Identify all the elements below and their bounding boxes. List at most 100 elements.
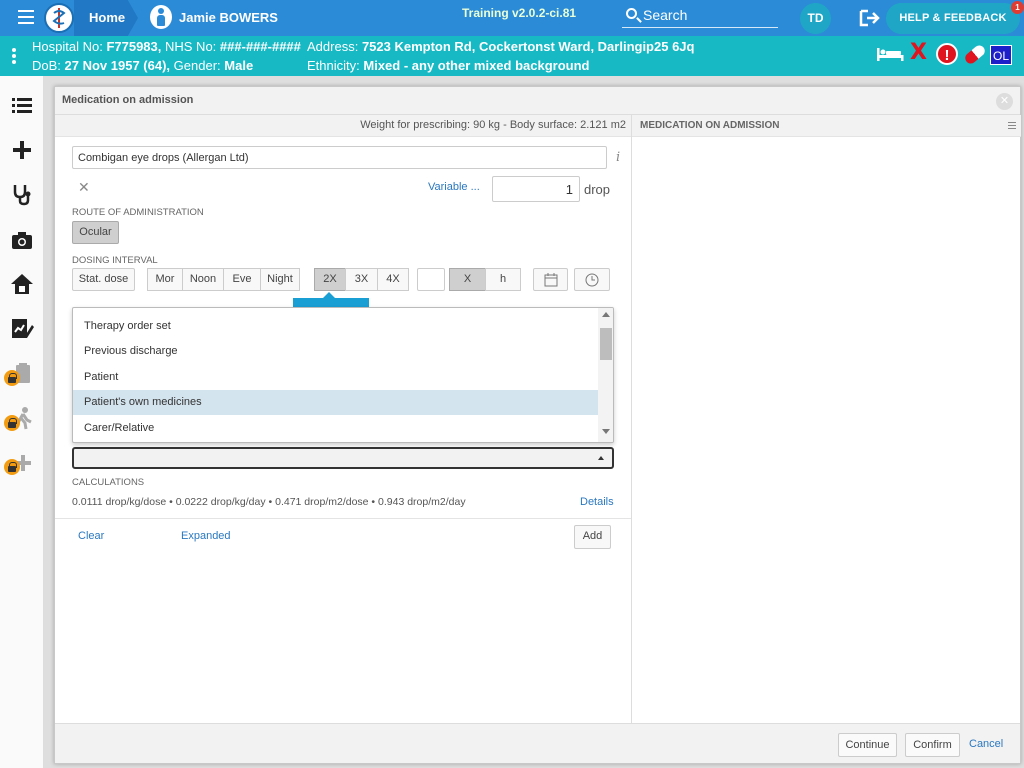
time-mor-button[interactable]: Mor <box>147 268 183 291</box>
medication-list-title: MEDICATION ON ADMISSION <box>640 120 780 131</box>
details-link[interactable]: Details <box>580 496 614 508</box>
list-icon[interactable] <box>10 93 34 117</box>
stat-dose-button[interactable]: Stat. dose <box>72 268 135 291</box>
freq-h-button[interactable]: h <box>485 268 521 291</box>
dropdown-scrollbar[interactable] <box>598 308 613 442</box>
banner-line-2: DoB: 27 Nov 1957 (64), Gender: Male <box>32 58 253 73</box>
user-avatar[interactable]: TD <box>800 3 831 34</box>
dropdown-option[interactable]: Therapy order set <box>73 314 598 339</box>
app-logo[interactable] <box>44 3 74 33</box>
lock-icon <box>4 459 20 475</box>
continue-button[interactable]: Continue <box>838 733 897 757</box>
gender: Male <box>224 58 254 73</box>
medication-list-header: MEDICATION ON ADMISSION <box>632 115 1021 137</box>
scroll-up-icon[interactable] <box>602 312 610 317</box>
route-ocular-button[interactable]: Ocular <box>72 221 119 244</box>
variable-link[interactable]: Variable ... <box>428 181 480 193</box>
ol-badge[interactable]: OL <box>990 45 1012 65</box>
address-label: Address: <box>307 39 359 54</box>
nhs-no: ###-###-#### <box>219 39 301 54</box>
time-night-button[interactable]: Night <box>260 268 300 291</box>
divider <box>55 518 631 519</box>
menu-icon[interactable] <box>18 10 34 24</box>
bed-icon[interactable] <box>876 46 904 62</box>
modal-header: Medication on admission ✕ <box>55 87 1020 115</box>
freq-x-button[interactable]: X <box>449 268 486 291</box>
patient-icon <box>150 5 172 29</box>
left-rail <box>0 76 44 768</box>
hospital-no: F775983, <box>106 39 162 54</box>
no-allergy-icon[interactable]: X <box>910 40 927 65</box>
banner-address: Address: 7523 Kempton Rd, Cockertonst Wa… <box>307 39 694 54</box>
expanded-link[interactable]: Expanded <box>181 530 231 542</box>
pill-icon[interactable] <box>963 43 987 66</box>
stethoscope-icon[interactable] <box>10 182 34 206</box>
info-icon[interactable]: i <box>616 150 620 165</box>
lock-icon <box>4 415 20 431</box>
list-menu-icon[interactable] <box>1008 122 1016 131</box>
search-icon <box>626 8 637 19</box>
weight-text: Weight for prescribing: 90 kg - Body sur… <box>360 119 626 131</box>
source-select[interactable] <box>72 447 614 469</box>
alert-icon[interactable]: ! <box>936 43 958 65</box>
time-tooltip <box>293 298 369 307</box>
home-icon[interactable] <box>10 272 34 296</box>
patient-name[interactable]: Jamie BOWERS <box>179 10 278 25</box>
patient-banner: Hospital No: F775983, NHS No: ###-###-##… <box>0 36 1024 76</box>
confirm-button[interactable]: Confirm <box>905 733 960 757</box>
add-button[interactable]: Add <box>574 525 611 549</box>
route-label: ROUTE OF ADMINISTRATION <box>72 207 204 218</box>
ethnicity-label: Ethnicity: <box>307 58 360 73</box>
dosing-label: DOSING INTERVAL <box>72 255 158 266</box>
hospital-no-label: Hospital No: <box>32 39 103 54</box>
banner-ethnicity: Ethnicity: Mixed - any other mixed backg… <box>307 58 589 73</box>
more-options-icon[interactable] <box>12 48 16 66</box>
custom-freq-input[interactable] <box>417 268 445 291</box>
medication-modal: Medication on admission ✕ Weight for pre… <box>54 86 1021 764</box>
clear-drug-icon[interactable]: ✕ <box>78 179 90 196</box>
dose-input[interactable] <box>492 176 580 202</box>
search-input[interactable]: Search <box>622 6 778 28</box>
top-bar: Home Jamie BOWERS Training v2.0.2-ci.81 … <box>0 0 1024 36</box>
scroll-thumb[interactable] <box>600 328 612 360</box>
cancel-link[interactable]: Cancel <box>969 738 1003 750</box>
address: 7523 Kempton Rd, Cockertonst Ward, Darli… <box>361 39 695 54</box>
freq-2x-button[interactable]: 2X <box>314 268 346 291</box>
close-icon[interactable]: ✕ <box>996 93 1013 110</box>
calculations-text: 0.0111 drop/kg/dose • 0.0222 drop/kg/day… <box>72 496 466 508</box>
help-feedback-button[interactable]: HELP & FEEDBACK <box>886 3 1020 34</box>
dropdown-option-highlighted[interactable]: Patient's own medicines <box>73 390 598 415</box>
nhs-label: NHS No: <box>165 39 217 54</box>
banner-line-1: Hospital No: F775983, NHS No: ###-###-##… <box>32 39 301 54</box>
dropdown-option[interactable]: Previous discharge <box>73 339 598 364</box>
freq-3x-button[interactable]: 3X <box>345 268 378 291</box>
home-label[interactable]: Home <box>89 10 125 25</box>
scroll-down-icon[interactable] <box>602 429 610 434</box>
search-label: Search <box>643 7 688 23</box>
ethnicity: Mixed - any other mixed background <box>363 58 590 73</box>
time-eve-button[interactable]: Eve <box>223 268 261 291</box>
clock-icon <box>585 273 599 287</box>
calculations-label: CALCULATIONS <box>72 477 145 488</box>
medication-list-pane: MEDICATION ON ADMISSION <box>631 115 1021 723</box>
clear-link[interactable]: Clear <box>78 530 104 542</box>
drug-input[interactable] <box>72 146 607 169</box>
notification-badge: 1 <box>1011 1 1024 14</box>
chart-edit-icon[interactable] <box>10 316 34 340</box>
logout-icon[interactable] <box>859 9 881 27</box>
weight-bar: Weight for prescribing: 90 kg - Body sur… <box>55 115 631 137</box>
schedule-button[interactable] <box>574 268 610 291</box>
calendar-button[interactable] <box>533 268 568 291</box>
dose-unit: drop <box>584 182 611 197</box>
environment-label: Training v2.0.2-ci.81 <box>462 6 577 20</box>
modal-title: Medication on admission <box>62 94 194 106</box>
dropdown-option[interactable]: Carer/Relative <box>73 416 598 441</box>
plus-icon[interactable] <box>10 138 34 162</box>
dob: 27 Nov 1957 (64), <box>64 58 171 73</box>
dropdown-option[interactable]: Patient <box>73 365 598 390</box>
time-noon-button[interactable]: Noon <box>182 268 224 291</box>
source-dropdown-list: Therapy order set Previous discharge Pat… <box>72 307 614 443</box>
freq-4x-button[interactable]: 4X <box>377 268 409 291</box>
lock-icon <box>4 370 20 386</box>
camera-icon[interactable] <box>10 228 34 252</box>
